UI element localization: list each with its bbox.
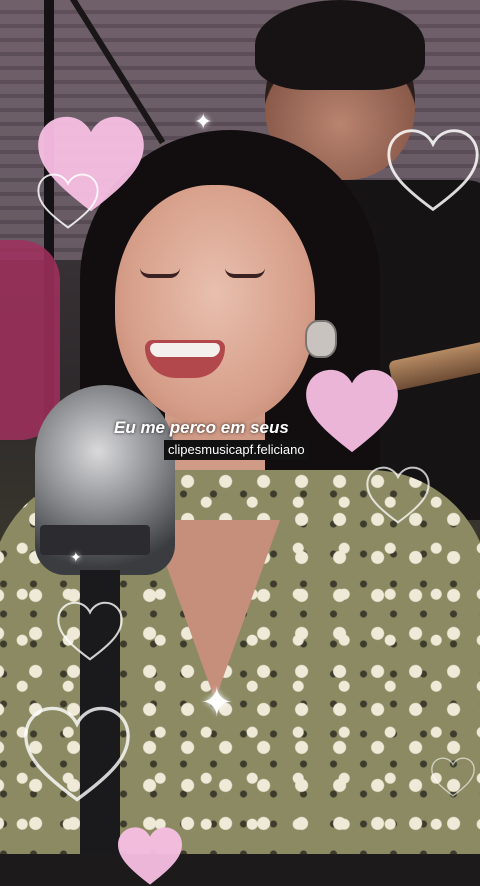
microphone-band xyxy=(40,525,150,555)
guitarist-hair xyxy=(255,0,425,90)
in-ear-monitor xyxy=(305,320,337,358)
heart-outline-icon xyxy=(362,465,434,525)
heart-filled-icon xyxy=(100,826,200,886)
lyrics-caption: Eu me perco em seus xyxy=(114,418,289,437)
singer-teeth xyxy=(150,343,220,357)
singer-left-eye xyxy=(140,268,180,278)
singer-face xyxy=(115,185,315,425)
sparkle-icon: ✦ xyxy=(200,680,234,726)
heart-outline-icon xyxy=(385,118,480,222)
sparkle-icon: ✦ xyxy=(70,550,82,566)
sparkle-icon: ✦ xyxy=(194,110,213,135)
account-watermark: clipesmusicapf.feliciano xyxy=(164,440,309,460)
heart-outline-icon xyxy=(32,172,104,230)
heart-outline-icon xyxy=(18,704,136,804)
heart-outline-icon xyxy=(430,756,476,798)
heart-outline-icon xyxy=(54,600,126,662)
singer-right-eye xyxy=(225,268,265,278)
heart-filled-icon xyxy=(300,368,404,454)
